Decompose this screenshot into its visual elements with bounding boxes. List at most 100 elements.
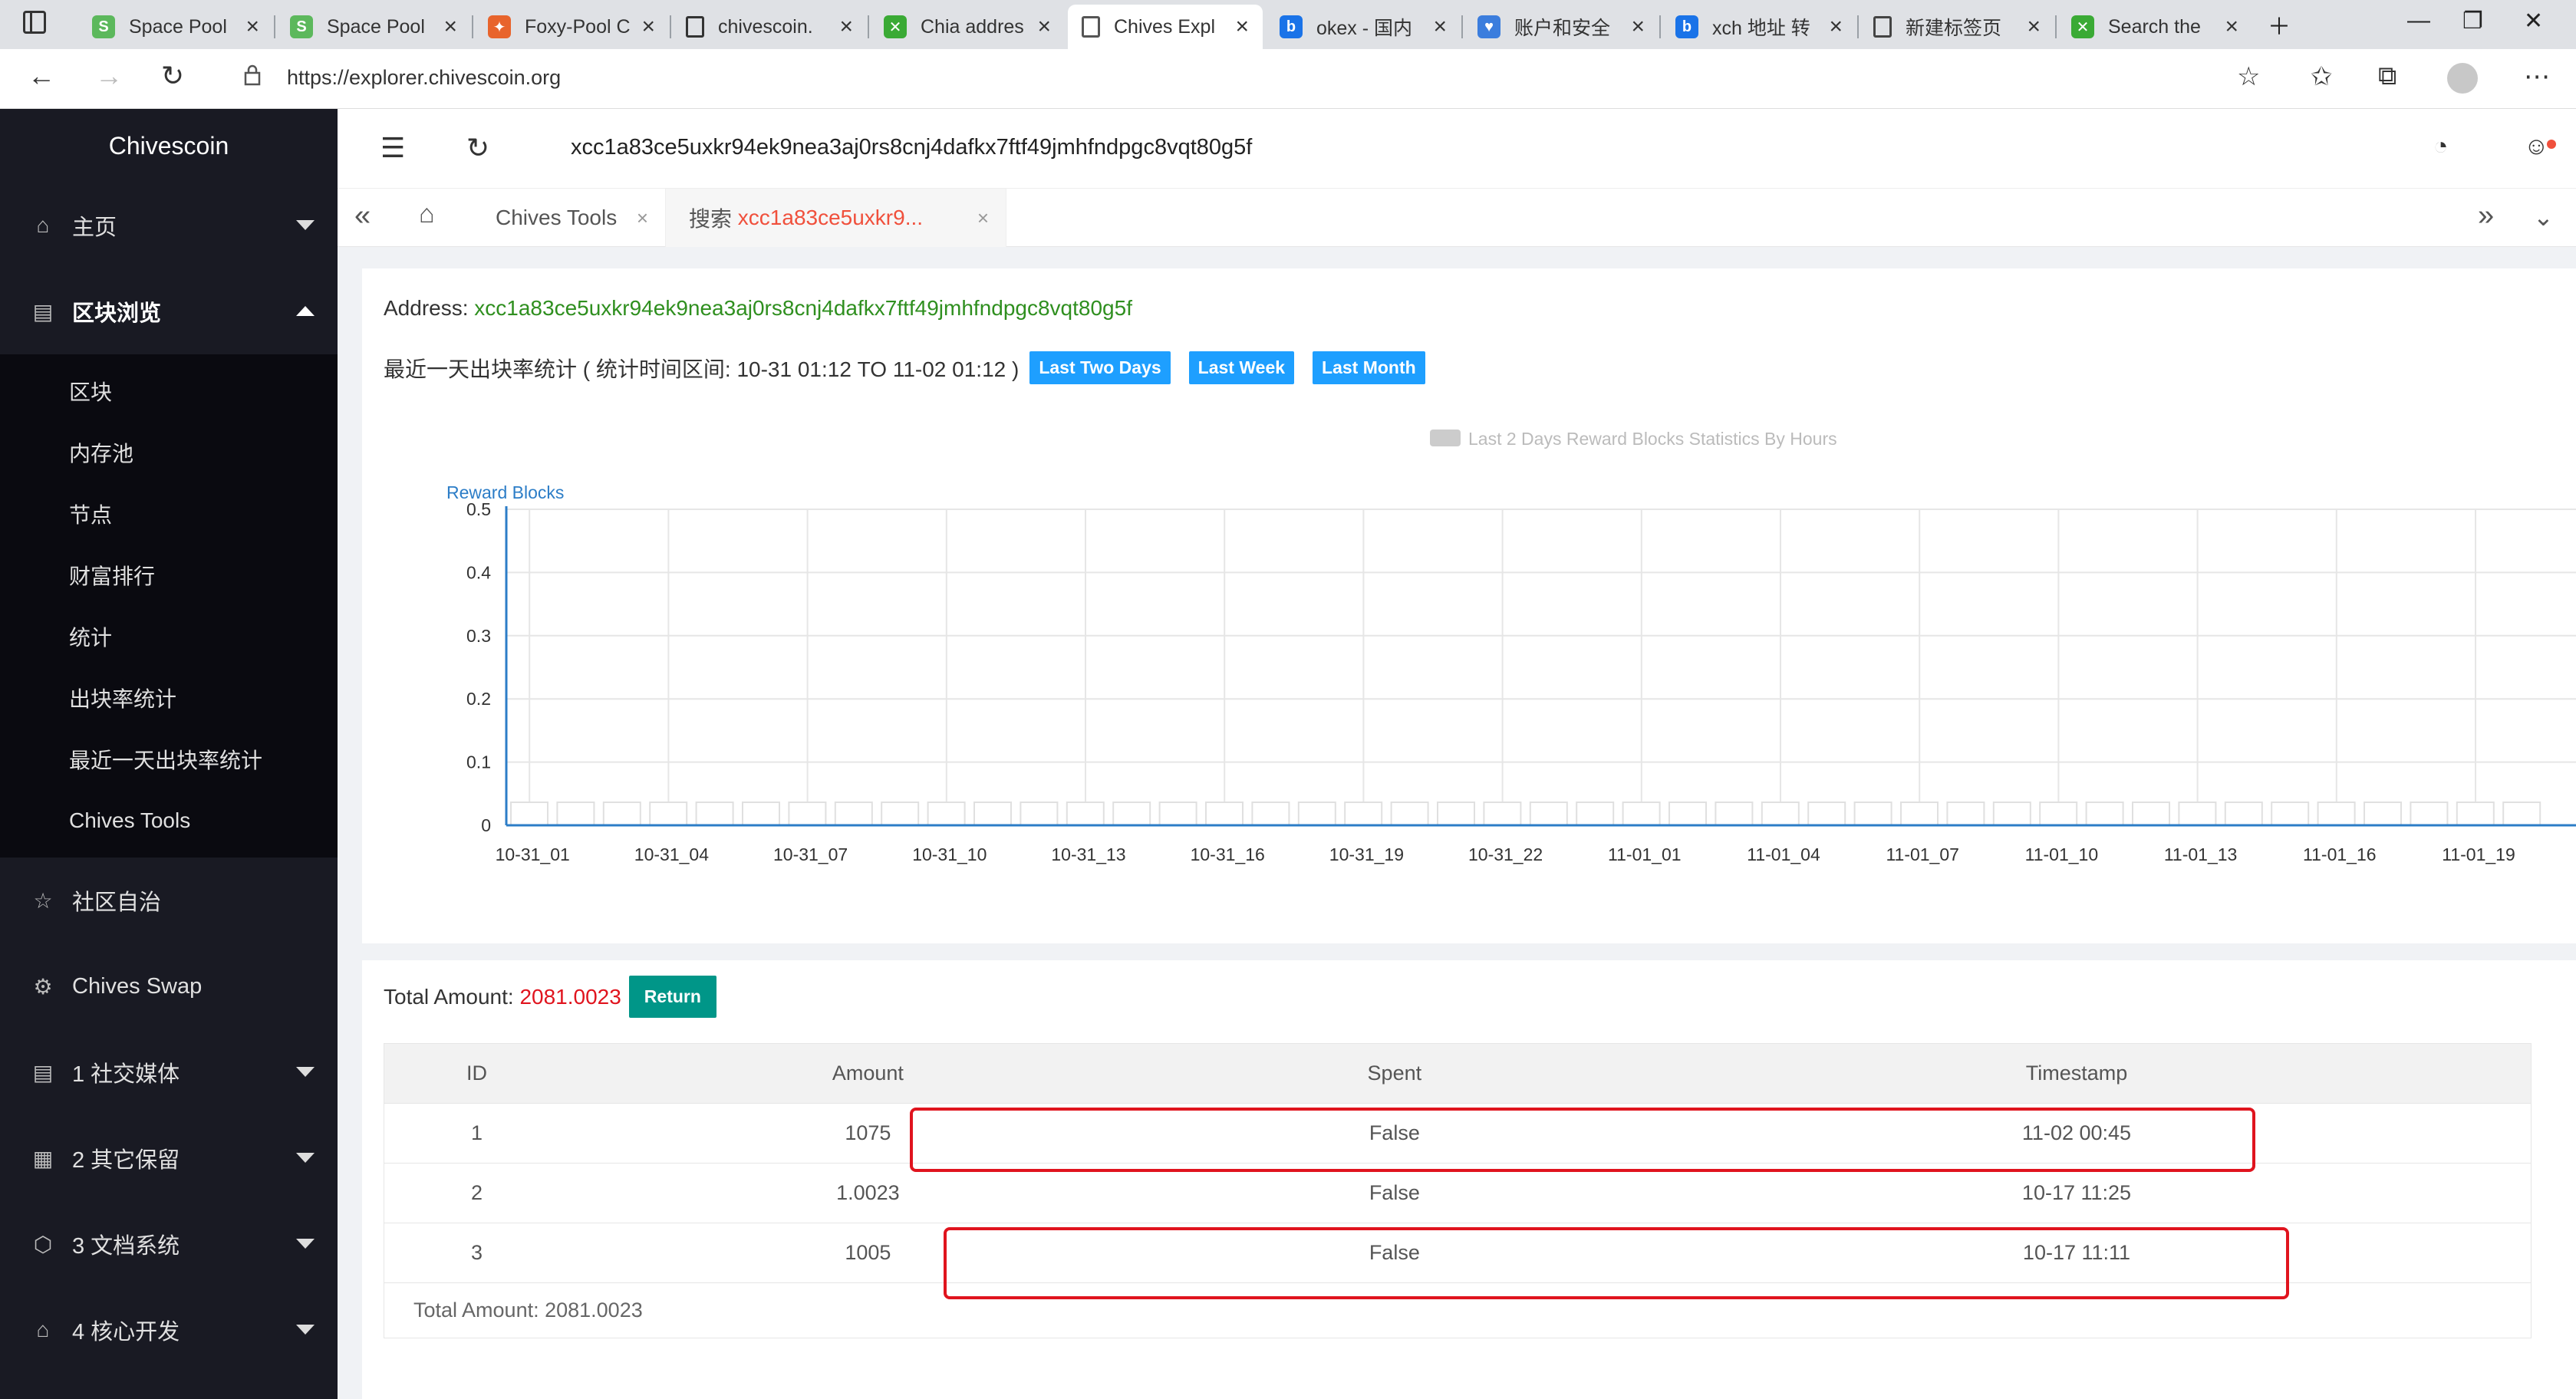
sidebar-item[interactable]: ⬡ 3 文档系统 (0, 1201, 338, 1287)
reload-icon[interactable]: ↻ (466, 132, 489, 164)
x-tick-label: 11-01_13 (2164, 844, 2238, 864)
sidebar-subitem[interactable]: 内存池 (0, 422, 338, 483)
s-icon: S (290, 15, 313, 38)
return-button[interactable]: Return (628, 976, 716, 1018)
table-cell: False (1166, 1163, 1622, 1223)
sidebar-item-label: Chives Swap (72, 973, 203, 999)
tab-close-icon[interactable]: × (1631, 14, 1645, 40)
tab-separator (868, 15, 869, 38)
maximize-button[interactable]: ❐ (2462, 8, 2483, 35)
browser-tab-label: 新建标签页 (1906, 18, 2002, 39)
new-tab-button[interactable]: ＋ (2268, 8, 2291, 41)
tab-close-icon[interactable]: × (443, 14, 457, 40)
favorites-icon[interactable]: ✩ (2311, 61, 2333, 92)
browser-tab[interactable]: b okex - 国内 × (1266, 5, 1461, 49)
notification-dot (2547, 140, 2556, 149)
x-tick-label: 10-31_04 (634, 844, 709, 864)
chart-bar (973, 802, 1012, 826)
table-header-row: ID Amount Spent Timestamp (384, 1043, 2532, 1104)
user-icon[interactable]: ☺ (2524, 132, 2549, 160)
tab-close-icon[interactable]: × (839, 14, 853, 40)
theme-icon[interactable]: ◔ (2433, 132, 2448, 160)
table-cell: 1 (384, 1103, 570, 1164)
browser-tab[interactable]: ✦ Foxy-Pool C × (474, 5, 669, 49)
chart-bar (1900, 802, 1939, 826)
home-tab-icon[interactable]: ⌂ (419, 199, 435, 229)
tab-actions-icon[interactable] (23, 11, 46, 34)
tabs-dropdown-icon[interactable]: ⌄ (2533, 202, 2554, 232)
browser-tab[interactable]: b xch 地址 转 × (1662, 5, 1856, 49)
sidebar-item[interactable]: ⌂ 4 核心开发 (0, 1287, 338, 1373)
chart-bar (1668, 802, 1707, 826)
legend-swatch (1430, 430, 1461, 446)
tab-close-icon[interactable]: × (245, 14, 259, 40)
stats-panel: Address: xcc1a83ce5uxkr94ek9nea3aj0rs8cn… (362, 268, 2576, 943)
sidebar-item[interactable]: ⚙ Chives Swap (0, 943, 338, 1029)
chart-bar (1112, 802, 1151, 826)
tab-close-icon[interactable]: × (1037, 14, 1051, 40)
sidebar-subitem[interactable]: 财富排行 (0, 545, 338, 606)
column-header: Amount (569, 1043, 1167, 1104)
chart-bar (2085, 802, 2124, 826)
browser-tab[interactable]: 新建标签页 × (1860, 5, 2054, 49)
chart-bar (1066, 802, 1105, 826)
sidebar-item[interactable]: ▤ 区块浏览 (0, 268, 338, 354)
collections-icon[interactable]: ⧉ (2378, 61, 2396, 91)
tab-close-icon[interactable]: × (641, 14, 655, 40)
bing-icon: b (1675, 15, 1698, 38)
scroll-right-icon[interactable]: » (2478, 199, 2494, 232)
sidebar-item[interactable]: ☆ 社区自治 (0, 858, 338, 943)
close-window-button[interactable]: ✕ (2524, 8, 2543, 35)
chart-bar (1529, 802, 1568, 826)
tab-close-icon[interactable]: × (977, 206, 989, 230)
tab-close-icon[interactable]: × (1433, 14, 1447, 40)
sidebar: Chivescoin ⌂ 主页 ▤ 区块浏览 区块 内存池 节点 财富排行 统计 出块率统计 最近一… (0, 109, 338, 1399)
tab-separator (472, 15, 473, 38)
y-tick-label: 0.3 (466, 626, 491, 646)
sidebar-subitem[interactable]: 最近一天出块率统计 (0, 729, 338, 790)
sidebar-logo[interactable]: Chivescoin (0, 109, 338, 183)
sidebar-item[interactable]: ⌂ 主页 (0, 183, 338, 268)
sidebar-subitem[interactable]: 统计 (0, 606, 338, 667)
url-field[interactable]: https://explorer.chivescoin.org (287, 66, 561, 90)
tab-chives-tools[interactable]: Chives Tools × (469, 189, 666, 247)
chart-bar (1205, 802, 1244, 826)
tab-close-icon[interactable]: × (2225, 14, 2238, 40)
chart-bar (1622, 802, 1661, 826)
tab-search[interactable]: 搜索 xcc1a83ce5uxkr9... × (666, 189, 1006, 247)
forward-icon[interactable]: → (95, 60, 123, 92)
back-icon[interactable]: ← (28, 60, 55, 92)
refresh-icon[interactable]: ↻ (161, 60, 184, 92)
add-favorite-icon[interactable]: ☆ (2237, 61, 2260, 92)
sidebar-subitem[interactable]: 区块 (0, 360, 338, 422)
minimize-button[interactable]: — (2407, 8, 2430, 34)
sidebar-item[interactable]: ▦ 2 其它保留 (0, 1115, 338, 1201)
browser-tab[interactable]: chivescoin. × (672, 5, 867, 49)
chart-bar (881, 802, 920, 826)
sidebar-subitem[interactable]: 出块率统计 (0, 667, 338, 729)
chart-bar (1297, 802, 1336, 826)
browser-tab[interactable]: S Space Pool × (276, 5, 471, 49)
more-menu-icon[interactable]: ⋯ (2524, 61, 2550, 92)
x-tick-label: 10-31_16 (1191, 844, 1265, 864)
tab-close-icon[interactable]: × (1829, 14, 1843, 40)
browser-tab[interactable]: ✕ Chia addres × (870, 5, 1065, 49)
table-cell: 10-17 11:25 (1622, 1163, 2532, 1223)
browser-tab[interactable]: Chives Expl × (1068, 5, 1263, 49)
sidebar-item[interactable]: ▤ 1 社交媒体 (0, 1029, 338, 1115)
sidebar-item-label: 4 核心开发 (72, 1320, 180, 1345)
browser-tab[interactable]: ✕ Search the × (2057, 5, 2252, 49)
header-address: xcc1a83ce5uxkr94ek9nea3aj0rs8cnj4dafkx7f… (571, 135, 1253, 160)
menu-toggle-icon[interactable]: ☰ (380, 132, 405, 164)
x-tick-label: 10-31_19 (1329, 844, 1404, 864)
sidebar-subitem[interactable]: Chives Tools (0, 790, 338, 851)
browser-tab[interactable]: S Space Pool × (78, 5, 273, 49)
tab-close-icon[interactable]: × (637, 206, 648, 230)
sidebar-subitem[interactable]: 节点 (0, 483, 338, 545)
sidebar-item-label: 社区自治 (72, 890, 162, 915)
tab-close-icon[interactable]: × (1235, 14, 1249, 40)
tab-close-icon[interactable]: × (2027, 14, 2041, 40)
browser-tab[interactable]: ♥ 账户和安全 × (1464, 5, 1659, 49)
profile-avatar[interactable] (2447, 63, 2478, 94)
scroll-left-icon[interactable]: « (354, 199, 371, 232)
